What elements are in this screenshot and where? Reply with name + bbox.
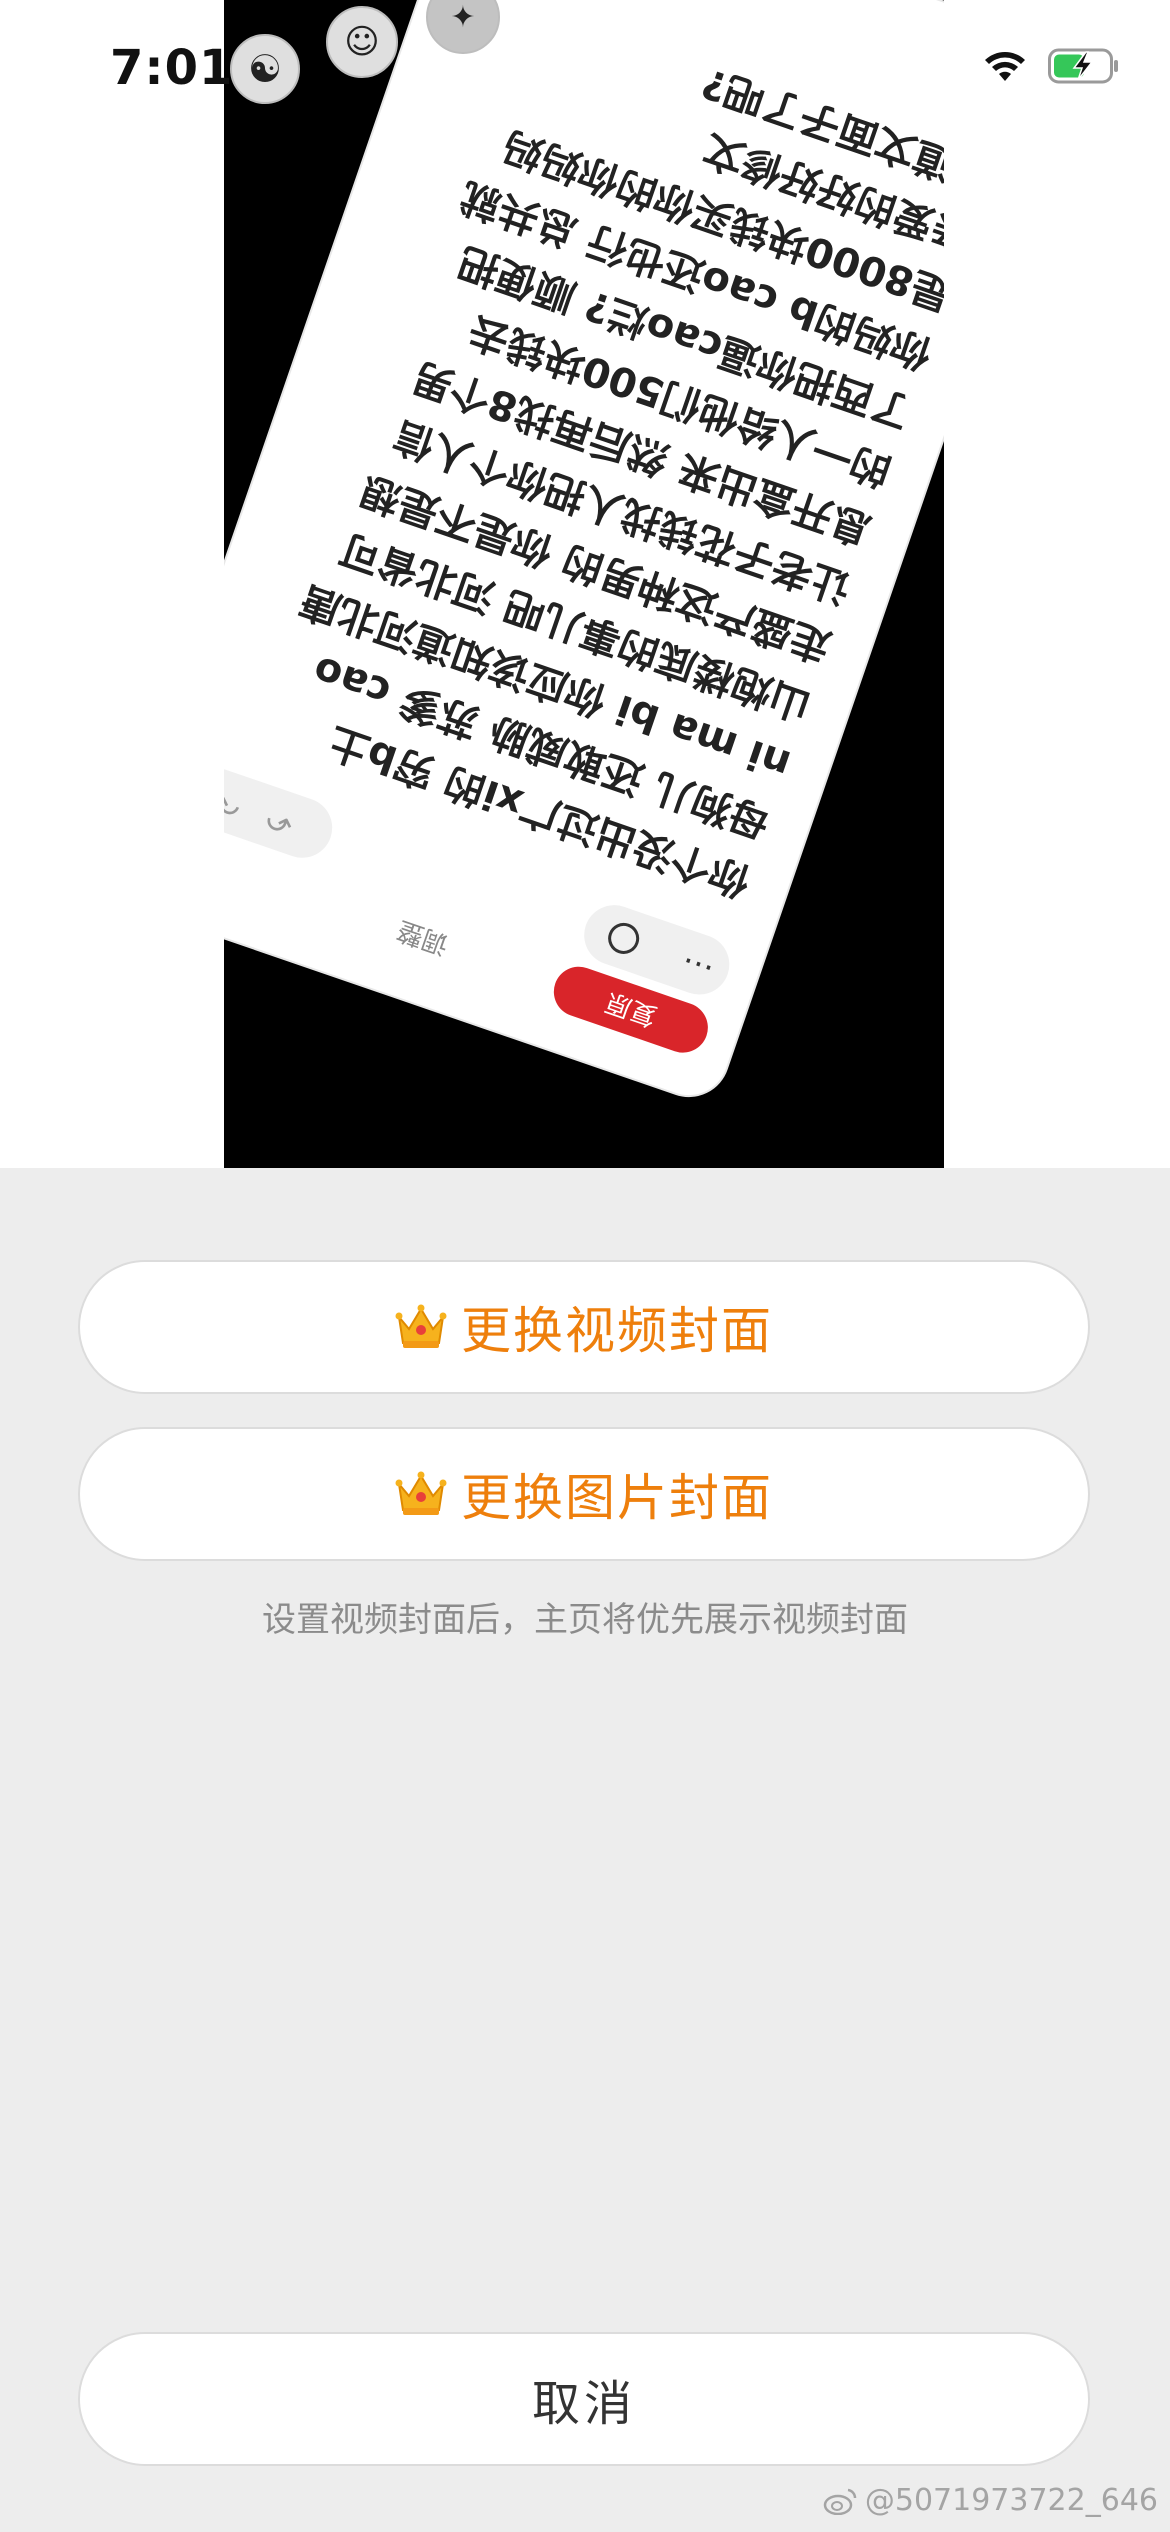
yin-yang-icon[interactable]: ☯ — [230, 34, 300, 104]
crown-icon — [395, 1303, 447, 1351]
weibo-icon — [823, 2488, 857, 2515]
smile-icon[interactable]: ☺ — [326, 6, 398, 78]
cancel-label: 取消 — [531, 2376, 636, 2432]
watermark-text: @5071973722_646 — [864, 2483, 1158, 2518]
change-image-cover-button[interactable]: 更换图片封面 — [78, 1427, 1090, 1561]
video-frame: 王道文面子了吧? 亲爱的好好修文 是8000块钱买你的你妈妈 你妈的b cao还也行 … — [224, 0, 944, 1168]
cancel-button[interactable]: 取消 — [78, 2332, 1090, 2466]
magic-wand-icon[interactable]: ✦ — [426, 0, 500, 54]
cover-preview: 王道文面子了吧? 亲爱的好好修文 是8000块钱买你的你妈妈 你妈的b cao还也行 … — [0, 0, 1170, 1168]
change-video-cover-label: 更换视频封面 — [461, 1302, 773, 1360]
crown-icon — [395, 1470, 447, 1518]
watermark: @5071973722_646 — [823, 2483, 1158, 2518]
cover-hint-text: 设置视频封面后，主页将优先展示视频封面 — [262, 1600, 908, 1640]
floating-icon-row: ☯ ☺ ✦ — [0, 0, 1170, 120]
change-image-cover-label: 更换图片封面 — [461, 1469, 773, 1527]
rotated-note-screenshot: 王道文面子了吧?亲爱的好好修文是8000块钱买你的你妈妈你妈的b cao还也行 … — [224, 0, 944, 1098]
change-video-cover-button[interactable]: 更换视频封面 — [78, 1260, 1090, 1394]
